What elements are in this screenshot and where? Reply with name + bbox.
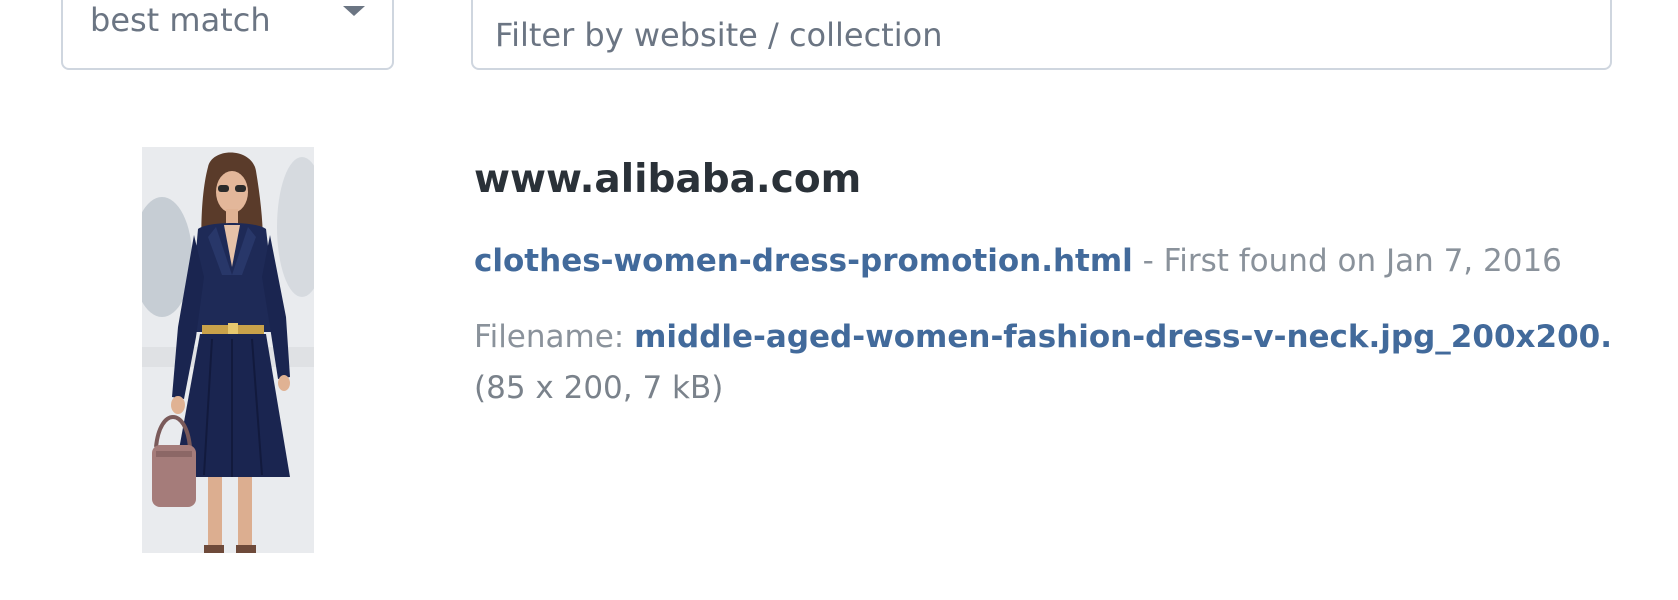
image-dimensions: (85 x 200, 7 kB) <box>474 370 724 406</box>
filename-link[interactable]: middle-aged-women-fashion-dress-v-neck.j… <box>634 320 1609 355</box>
sort-select-value: best match <box>90 1 271 39</box>
sort-select[interactable]: best match <box>61 0 394 70</box>
result-meta: clothes-women-dress-promotion.html - Fir… <box>474 243 1562 280</box>
dress-photo <box>142 147 314 553</box>
first-found-text: - First found on Jan 7, 2016 <box>1132 243 1562 279</box>
result-thumbnail[interactable] <box>142 147 314 553</box>
filter-input[interactable] <box>471 0 1612 70</box>
result-domain: www.alibaba.com <box>474 157 862 202</box>
result-page-link[interactable]: clothes-women-dress-promotion.html <box>474 243 1133 279</box>
filename-label: Filename: <box>474 320 635 355</box>
result-filename: Filename: middle-aged-women-fashion-dres… <box>474 320 1609 356</box>
chevron-down-icon <box>343 6 365 16</box>
